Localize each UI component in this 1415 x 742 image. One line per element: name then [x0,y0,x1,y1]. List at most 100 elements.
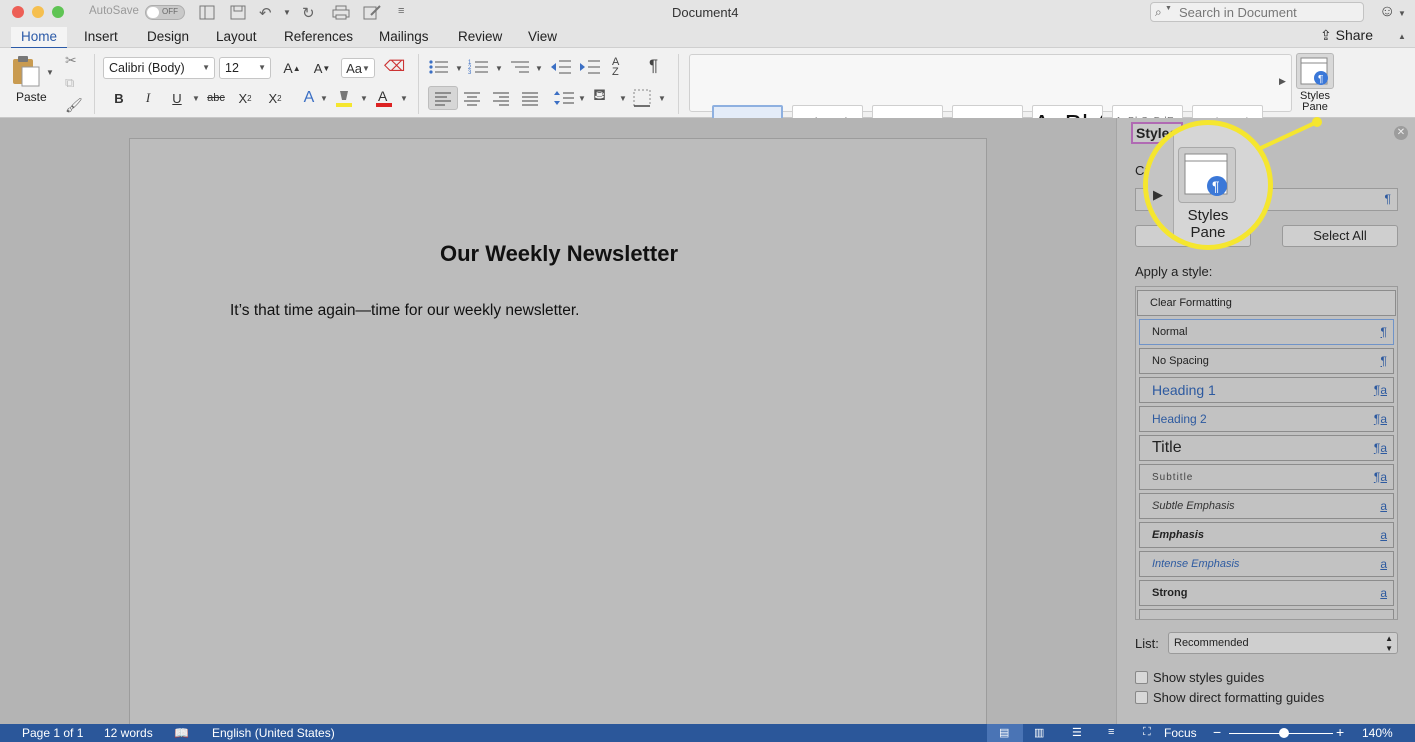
style-item-no-spacing[interactable]: No Spacing ¶ [1139,348,1394,374]
sidebar-icon[interactable] [199,5,215,20]
italic-button[interactable]: I [137,88,159,108]
style-item-subtle-emphasis[interactable]: Subtle Emphasis a [1139,493,1394,519]
list-select[interactable]: Recommended ▲ ▼ [1168,632,1398,654]
style-item-clear-formatting[interactable]: Clear Formatting [1137,290,1396,316]
line-spacing-button[interactable] [553,87,575,109]
subscript-button[interactable]: X2 [233,88,257,108]
bold-button[interactable]: B [108,88,130,108]
print-icon[interactable] [332,5,350,20]
close-pane-icon[interactable]: ✕ [1394,126,1408,140]
format-painter-icon[interactable]: 🖌 [65,97,83,114]
minimize-window-button[interactable] [32,6,44,18]
highlight-dropdown-icon[interactable]: ▼ [360,94,368,103]
align-center-button[interactable] [460,87,484,109]
save-icon[interactable] [230,5,246,20]
document-page[interactable]: Our Weekly Newsletter It’s that time aga… [129,138,987,738]
clear-formatting-icon[interactable]: ⌫ [384,57,405,75]
numbering-button[interactable]: 123 [468,58,490,76]
focus-button[interactable]: Focus [1164,726,1197,740]
style-item-title[interactable]: Title ¶a [1139,435,1394,461]
grow-font-button[interactable]: A ▲ [279,58,305,78]
borders-button[interactable] [632,88,652,108]
tab-view[interactable]: View [518,27,567,47]
page-count[interactable]: Page 1 of 1 [22,726,83,740]
word-count[interactable]: 12 words [104,726,153,740]
language-status[interactable]: English (United States) [212,726,335,740]
copy-icon[interactable]: ⧉ [65,75,74,91]
show-styles-guides-checkbox[interactable] [1135,671,1148,684]
show-marks-button[interactable]: ¶ [649,56,658,76]
zoom-window-button[interactable] [52,6,64,18]
tab-mailings[interactable]: Mailings [369,27,439,47]
style-item-heading-1[interactable]: Heading 1 ¶a [1139,377,1394,403]
zoom-slider-thumb[interactable] [1279,728,1289,738]
close-window-button[interactable] [12,6,24,18]
numbering-dropdown-icon[interactable]: ▼ [495,64,503,73]
ribbon-collapse-icon[interactable]: ▲ [1398,32,1406,41]
autosave-toggle[interactable]: OFF [145,5,185,20]
zoom-out-icon[interactable]: − [1213,724,1221,740]
tab-design[interactable]: Design [137,27,199,47]
style-item-heading-2[interactable]: Heading 2 ¶a [1139,406,1394,432]
sort-button[interactable]: AZ [612,57,619,78]
document-body-text[interactable]: It’s that time again—time for our weekly… [230,302,579,320]
change-case-button[interactable]: Aa ▼ [341,58,375,78]
shading-button[interactable]: ⛾ [593,86,606,106]
font-color-dropdown-icon[interactable]: ▼ [400,94,408,103]
document-heading[interactable]: Our Weekly Newsletter [130,241,988,267]
shrink-font-button[interactable]: A ▼ [309,58,335,78]
gallery-next-icon[interactable]: ▶ [1279,76,1286,87]
justify-button[interactable] [518,87,542,109]
bullets-dropdown-icon[interactable]: ▼ [455,64,463,73]
tab-layout[interactable]: Layout [206,27,267,47]
web-layout-icon[interactable]: ▥ [1034,726,1044,739]
text-effects-button[interactable]: A [299,88,319,108]
undo-dropdown-icon[interactable]: ▼ [283,8,291,17]
line-spacing-dropdown-icon[interactable]: ▼ [578,94,586,103]
align-left-button[interactable] [428,86,458,110]
search-box[interactable]: ⌕ ▼ Search in Document [1150,2,1364,22]
redo-icon[interactable]: ↻ [302,4,315,22]
borders-dropdown-icon[interactable]: ▼ [658,94,666,103]
search-input[interactable]: Search in Document [1179,5,1297,20]
style-item-strong[interactable]: Strong a [1139,580,1394,606]
font-size-select[interactable]: 12 ▼ [219,57,271,79]
styles-pane-button[interactable]: ¶ [1296,53,1334,89]
align-right-button[interactable] [489,87,513,109]
focus-icon[interactable]: ⛶ [1143,726,1151,739]
multilevel-dropdown-icon[interactable]: ▼ [535,64,543,73]
style-item-intense-emphasis[interactable]: Intense Emphasis a [1139,551,1394,577]
paste-dropdown-icon[interactable]: ▼ [46,68,54,77]
underline-button[interactable]: U [166,88,188,108]
paste-button[interactable] [10,54,42,88]
highlight-button[interactable] [334,88,354,108]
feedback-dropdown-icon[interactable]: ▼ [1398,9,1406,18]
tab-references[interactable]: References [274,27,363,47]
superscript-button[interactable]: X2 [263,88,287,108]
zoom-level[interactable]: 140% [1362,726,1393,740]
font-color-button[interactable]: A [374,88,394,108]
show-direct-formatting-checkbox[interactable] [1135,691,1148,704]
edit-doc-icon[interactable] [363,5,381,20]
undo-icon[interactable]: ↶ [259,4,272,22]
zoom-in-icon[interactable]: + [1336,724,1344,740]
outline-view-icon[interactable]: ☰ [1072,726,1082,739]
cut-icon[interactable]: ✂ [65,52,77,69]
tab-review[interactable]: Review [448,27,512,47]
increase-indent-button[interactable] [579,58,601,76]
tab-insert[interactable]: Insert [74,27,128,47]
smiley-feedback-icon[interactable]: ☺ [1379,3,1395,21]
text-effects-dropdown-icon[interactable]: ▼ [320,94,328,103]
tab-home[interactable]: Home [11,27,68,49]
proofing-icon[interactable]: 📖 [174,726,189,740]
customize-toolbar-icon[interactable]: ≡ [398,5,404,17]
decrease-indent-button[interactable] [550,58,572,76]
style-item-normal[interactable]: Normal ¶ [1139,319,1394,345]
multilevel-list-button[interactable] [509,58,531,76]
style-item-subtitle[interactable]: Subtitle ¶a [1139,464,1394,490]
style-item-emphasis[interactable]: Emphasis a [1139,522,1394,548]
draft-view-icon[interactable]: ≡ [1108,726,1114,738]
font-name-select[interactable]: Calibri (Body) ▼ [103,57,215,79]
share-button[interactable]: ⇪ Share [1320,27,1373,44]
bullets-button[interactable] [428,58,450,76]
